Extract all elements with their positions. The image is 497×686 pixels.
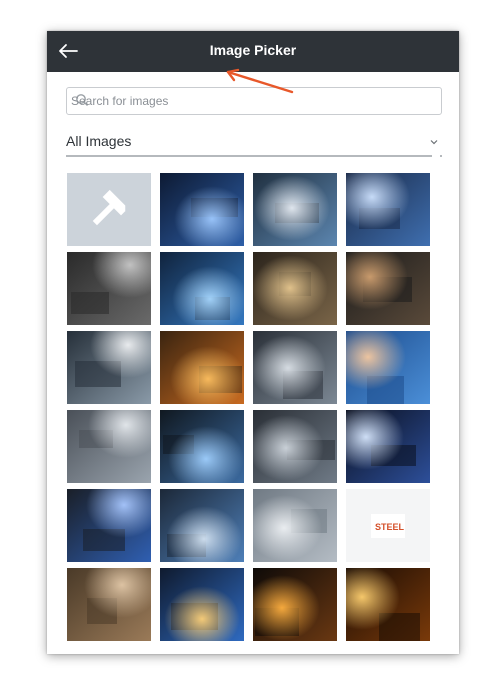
- steel-profiles-image[interactable]: [253, 489, 337, 562]
- welder-workshop-image[interactable]: [67, 252, 151, 325]
- welding-sparks-image[interactable]: [160, 173, 244, 246]
- pipes-blue-image[interactable]: [160, 252, 244, 325]
- welder-blue-suit-image[interactable]: [67, 489, 151, 562]
- dropdown-underline: [66, 155, 432, 157]
- arrow-pointer-icon: [226, 68, 294, 94]
- grinder-sparks-image[interactable]: [160, 331, 244, 404]
- sparks-burst-image[interactable]: [253, 568, 337, 641]
- welder-coils-image[interactable]: [160, 489, 244, 562]
- pipe-bender-image[interactable]: [253, 410, 337, 483]
- image-filter-dropdown[interactable]: All Images: [66, 123, 442, 157]
- chevron-down-icon: [430, 140, 438, 145]
- pipe-machine-image[interactable]: [253, 331, 337, 404]
- welding-machine-image[interactable]: [160, 410, 244, 483]
- placeholder-hammer-image[interactable]: [67, 173, 151, 246]
- worker-bent-pipe-image[interactable]: [253, 252, 337, 325]
- dropdown-underline-end: [440, 155, 442, 157]
- welder-night-image[interactable]: [346, 252, 430, 325]
- company-logo-image[interactable]: STEEL: [346, 489, 430, 562]
- filter-selected-value: All Images: [66, 133, 132, 149]
- welder-blue-light-image[interactable]: [346, 410, 430, 483]
- welder-gloves-image[interactable]: [253, 173, 337, 246]
- svg-text:STEEL: STEEL: [375, 522, 405, 532]
- welder-goggles-image[interactable]: [67, 331, 151, 404]
- welder-kneeling-image[interactable]: [160, 568, 244, 641]
- steel-tubes-image[interactable]: [67, 410, 151, 483]
- image-picker-panel: Image Picker Search for images All Image…: [47, 31, 459, 654]
- worker-portrait-image[interactable]: [67, 568, 151, 641]
- search-placeholder: Search for images: [71, 94, 169, 108]
- welder-helmet-image[interactable]: [346, 173, 430, 246]
- sparks-dark-image[interactable]: [346, 568, 430, 641]
- page-title: Image Picker: [209, 42, 297, 58]
- worker-hardhat-image[interactable]: [346, 331, 430, 404]
